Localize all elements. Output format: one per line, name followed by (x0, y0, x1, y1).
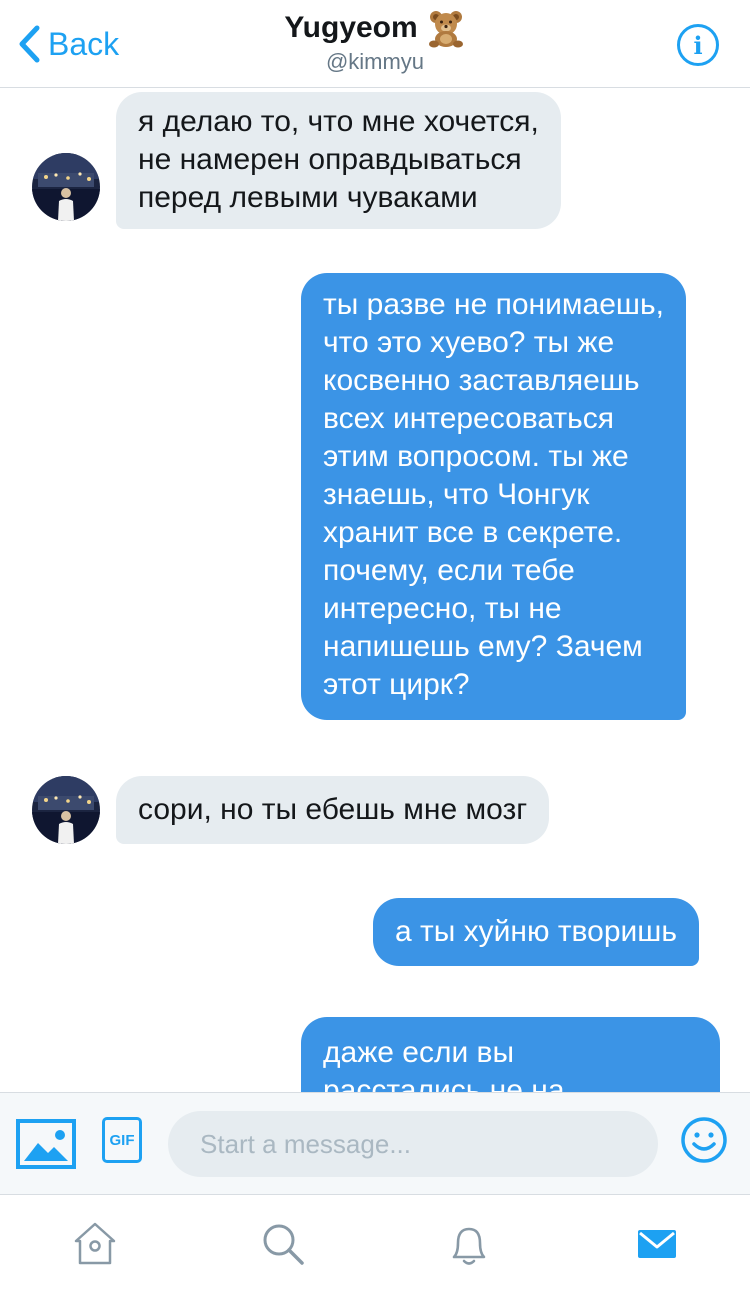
photo-icon[interactable] (16, 1119, 76, 1169)
message-line: сори, но ты ебешь мне мозг (138, 793, 528, 826)
info-button[interactable]: i (677, 24, 719, 66)
message-line: а ты хуйню творишь (395, 915, 677, 948)
message-line: почему, если тебе (323, 554, 575, 587)
message-line: что это хуево? ты же (323, 326, 615, 359)
info-icon: i (693, 30, 703, 60)
message-line: этим вопросом. ты же (323, 440, 629, 473)
message-line: даже если вы (323, 1036, 515, 1069)
contact-avatar[interactable] (32, 776, 100, 844)
contact-avatar[interactable] (32, 153, 100, 221)
message-line: интересно, ты не (323, 592, 562, 625)
gif-label: GIF (109, 1131, 135, 1149)
back-label: Back (48, 26, 120, 62)
messages-icon[interactable] (632, 1219, 682, 1269)
avatar-photo (32, 776, 100, 844)
message-bubble: даже если вы расстались не на (301, 1017, 720, 1092)
conversation-header: Back Yugyeom @kimmyu i (0, 0, 750, 88)
bottom-tab-bar (0, 1194, 750, 1294)
conversation-title: Yugyeom (284, 8, 465, 48)
message-bubble: сори, но ты ебешь мне мозг (116, 776, 550, 844)
message-line: этот цирк? (323, 668, 470, 701)
message-line: напишешь ему? Зачем (323, 630, 643, 663)
message-line: всех интересоваться (323, 402, 615, 435)
message-outgoing[interactable]: ты разве не понимаешь, что это хуево? ты… (301, 273, 686, 720)
message-line: знаешь, что Чонгук (323, 478, 590, 511)
message-bubble: я делаю то, что мне хочется, не намерен … (116, 92, 561, 229)
conversation-title-block[interactable]: Yugyeom @kimmyu (200, 8, 550, 76)
teddy-bear-emoji (428, 11, 463, 48)
dm-conversation-screen: Back Yugyeom @kimmyu i я делаю то, что м… (0, 0, 750, 1294)
message-line: косвенно заставляешь (323, 364, 640, 397)
chevron-left-icon (19, 25, 40, 63)
back-button[interactable]: Back (16, 22, 119, 66)
message-incoming[interactable]: сори, но ты ебешь мне мозг (116, 776, 550, 844)
message-input[interactable] (168, 1111, 658, 1177)
notifications-icon[interactable] (444, 1219, 494, 1269)
message-line: хранит все в секрете. (323, 516, 623, 549)
message-incoming[interactable]: я делаю то, что мне хочется, не намерен … (116, 92, 561, 229)
contact-handle: @kimmyu (325, 49, 425, 74)
message-outgoing[interactable]: а ты хуйню творишь (373, 898, 699, 966)
message-line: я делаю то, что мне хочется, (138, 105, 539, 138)
message-line: расстались не на (323, 1074, 565, 1092)
smiley-icon[interactable] (680, 1116, 728, 1164)
contact-name: Yugyeom (284, 11, 418, 44)
home-icon[interactable] (70, 1219, 120, 1269)
gif-button[interactable]: GIF (102, 1117, 142, 1163)
search-icon[interactable] (258, 1219, 308, 1269)
message-line: перед левыми чуваками (138, 181, 478, 214)
message-list[interactable]: я делаю то, что мне хочется, не намерен … (0, 88, 750, 1092)
message-bubble: ты разве не понимаешь, что это хуево? ты… (301, 273, 686, 720)
avatar-photo (32, 153, 100, 221)
message-bubble: а ты хуйню творишь (373, 898, 699, 966)
message-outgoing[interactable]: даже если вы расстались не на (301, 1017, 720, 1092)
message-line: не намерен оправдываться (138, 143, 522, 176)
message-line: ты разве не понимаешь, (323, 288, 664, 321)
message-composer: GIF (0, 1092, 750, 1194)
